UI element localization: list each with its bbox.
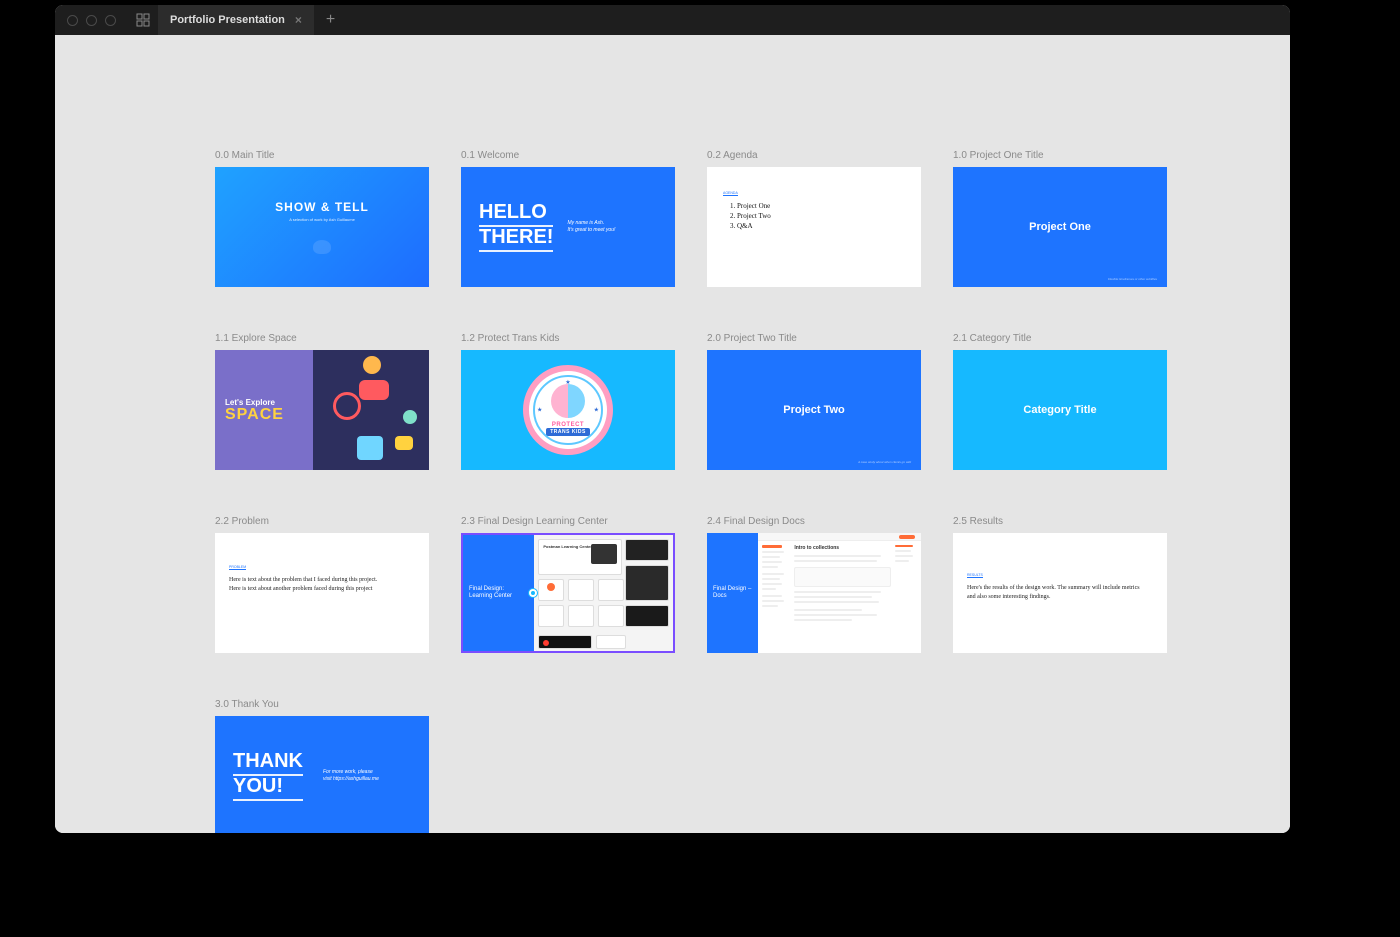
- frame-label[interactable]: 2.4 Final Design Docs: [707, 516, 921, 527]
- category-title: Category Title: [1023, 404, 1096, 416]
- project-footer: A case study about when clients go wild: [858, 460, 911, 464]
- slide-welcome[interactable]: HELLO THERE! My name is Ash. It's great …: [461, 167, 675, 287]
- project-footer: Flexible timeframes or other subtitles: [1108, 277, 1157, 281]
- maximize-window-icon[interactable]: [105, 15, 116, 26]
- slide-explore-space[interactable]: Let's Explore SPACE: [215, 350, 429, 470]
- window-controls: [55, 15, 128, 26]
- hello-line1: HELLO: [479, 202, 553, 227]
- frame-2-4: 2.4 Final Design Docs Final Design – Doc…: [707, 516, 921, 653]
- frame-2-0: 2.0 Project Two Title Project Two A case…: [707, 333, 921, 470]
- slide-protect-trans-kids[interactable]: ★★★ PROTECT TRANS KIDS: [461, 350, 675, 470]
- panel-caption: Final Design – Docs: [713, 586, 752, 600]
- badge-icon: ★★★ PROTECT TRANS KIDS: [523, 365, 613, 455]
- app-window: Portfolio Presentation × + 0.0 Main Titl…: [55, 5, 1290, 833]
- new-tab-button[interactable]: +: [314, 11, 347, 29]
- canvas[interactable]: 0.0 Main Title SHOW & TELL A selection o…: [55, 35, 1290, 833]
- slide-thank-you[interactable]: THANK YOU! For more work, please visit h…: [215, 716, 429, 833]
- agenda-item: Project Two: [737, 212, 905, 220]
- slide-main-title[interactable]: SHOW & TELL A selection of work by Ash G…: [215, 167, 429, 287]
- hello-line2: THERE!: [479, 227, 553, 252]
- selection-handle-icon[interactable]: [529, 589, 537, 597]
- frame-label[interactable]: 0.2 Agenda: [707, 150, 921, 161]
- agenda-item: Q&A: [737, 222, 905, 230]
- frame-label[interactable]: 2.1 Category Title: [953, 333, 1167, 344]
- frame-1-1: 1.1 Explore Space Let's Explore SPACE: [215, 333, 429, 470]
- hello-sub1: My name is Ash.: [567, 220, 615, 227]
- results-body: Here's the results of the design work. T…: [967, 584, 1147, 602]
- slide-final-design-learning-center[interactable]: Final Design: Learning Center Postman Le…: [461, 533, 675, 653]
- frame-2-2: 2.2 Problem PROBLEM Here is text about t…: [215, 516, 429, 653]
- agenda-header: AGENDA: [723, 191, 738, 196]
- frame-1-0: 1.0 Project One Title Project One Flexib…: [953, 150, 1167, 287]
- mockup-area: Postman Learning Center: [534, 535, 673, 651]
- frame-label[interactable]: 1.2 Protect Trans Kids: [461, 333, 675, 344]
- frame-0-2: 0.2 Agenda AGENDA Project One Project Tw…: [707, 150, 921, 287]
- grid-view-icon[interactable]: [128, 13, 158, 27]
- frame-label[interactable]: 2.2 Problem: [215, 516, 429, 527]
- slide-project-two-title[interactable]: Project Two A case study about when clie…: [707, 350, 921, 470]
- frame-label[interactable]: 0.1 Welcome: [461, 150, 675, 161]
- thanks-sub1: For more work, please: [323, 769, 379, 776]
- frame-label[interactable]: 1.0 Project One Title: [953, 150, 1167, 161]
- slide-subtitle: A selection of work by Ash Guillaume: [289, 217, 355, 222]
- minimize-window-icon[interactable]: [86, 15, 97, 26]
- space-line2: SPACE: [225, 407, 313, 423]
- tab-portfolio-presentation[interactable]: Portfolio Presentation ×: [158, 5, 314, 35]
- frame-label[interactable]: 3.0 Thank You: [215, 699, 429, 710]
- agenda-item: Project One: [737, 202, 905, 210]
- space-illustration: [313, 350, 429, 470]
- thanks-sub2: visit https://ashguillau.me: [323, 776, 379, 783]
- slide-title: SHOW & TELL: [275, 200, 369, 214]
- frame-0-1: 0.1 Welcome HELLO THERE! My name is Ash.…: [461, 150, 675, 287]
- titlebar: Portfolio Presentation × +: [55, 5, 1290, 35]
- frame-label[interactable]: 2.3 Final Design Learning Center: [461, 516, 675, 527]
- frame-0-0: 0.0 Main Title SHOW & TELL A selection o…: [215, 150, 429, 287]
- agenda-list: Project One Project Two Q&A: [723, 202, 905, 230]
- project-title: Project One: [1029, 221, 1091, 233]
- doc-title: Intro to collections: [794, 545, 891, 551]
- slide-agenda[interactable]: AGENDA Project One Project Two Q&A: [707, 167, 921, 287]
- problem-header: PROBLEM: [229, 565, 246, 570]
- slide-category-title[interactable]: Category Title: [953, 350, 1167, 470]
- panel-caption: Final Design: Learning Center: [469, 586, 528, 600]
- frame-label[interactable]: 0.0 Main Title: [215, 150, 429, 161]
- close-tab-icon[interactable]: ×: [295, 13, 302, 27]
- thanks-line1: THANK: [233, 751, 303, 776]
- project-title: Project Two: [783, 404, 845, 416]
- frames-grid: 0.0 Main Title SHOW & TELL A selection o…: [55, 35, 1290, 833]
- frame-2-3: 2.3 Final Design Learning Center Final D…: [461, 516, 675, 653]
- frame-1-2: 1.2 Protect Trans Kids ★★★ PROTECT TRANS…: [461, 333, 675, 470]
- mockup-area: Intro to collections: [758, 533, 921, 653]
- frame-3-0: 3.0 Thank You THANK YOU! For more work, …: [215, 699, 429, 833]
- frame-label[interactable]: 2.5 Results: [953, 516, 1167, 527]
- frame-2-5: 2.5 Results RESULTS Here's the results o…: [953, 516, 1167, 653]
- thanks-line2: YOU!: [233, 776, 303, 801]
- hello-sub2: It's great to meet you!: [567, 227, 615, 234]
- close-window-icon[interactable]: [67, 15, 78, 26]
- frame-label[interactable]: 2.0 Project Two Title: [707, 333, 921, 344]
- frame-2-1: 2.1 Category Title Category Title: [953, 333, 1167, 470]
- frame-label[interactable]: 1.1 Explore Space: [215, 333, 429, 344]
- problem-body: Here is text about the problem that I fa…: [229, 576, 389, 594]
- slide-problem[interactable]: PROBLEM Here is text about the problem t…: [215, 533, 429, 653]
- avatar-icon: [313, 240, 331, 254]
- slide-final-design-docs[interactable]: Final Design – Docs: [707, 533, 921, 653]
- tab-title: Portfolio Presentation: [170, 14, 285, 26]
- slide-results[interactable]: RESULTS Here's the results of the design…: [953, 533, 1167, 653]
- slide-project-one-title[interactable]: Project One Flexible timeframes or other…: [953, 167, 1167, 287]
- results-header: RESULTS: [967, 573, 983, 578]
